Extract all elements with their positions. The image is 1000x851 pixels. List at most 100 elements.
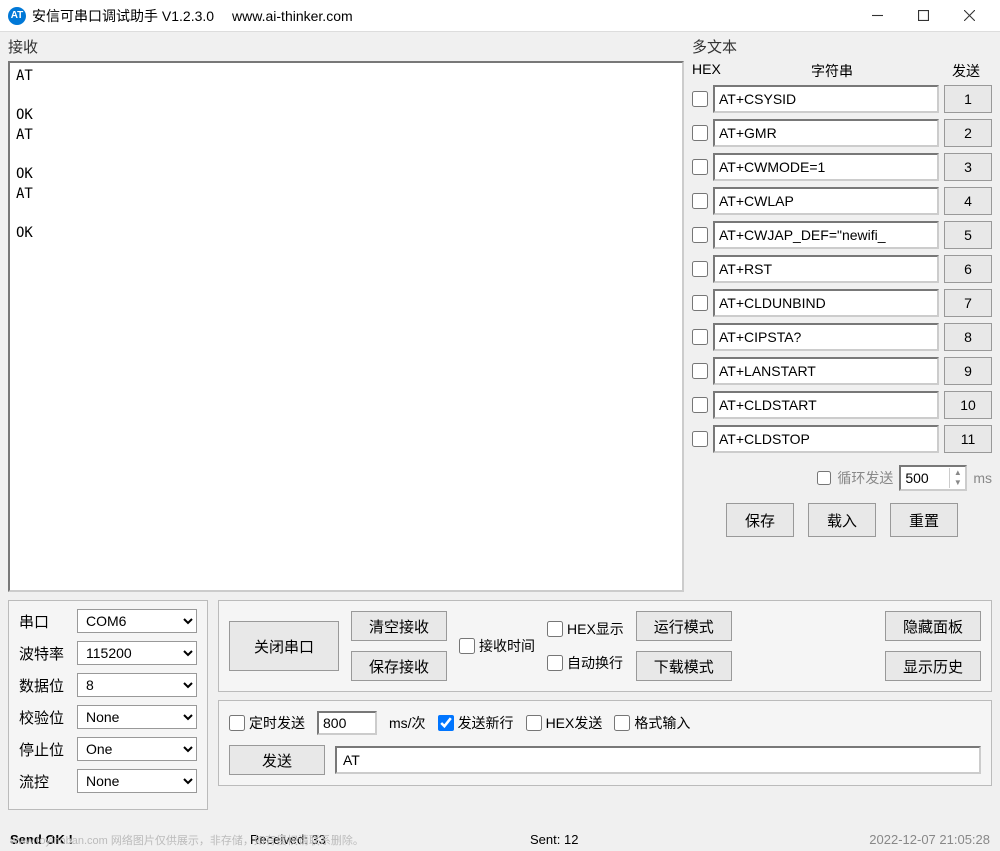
cmd-row: 8 bbox=[692, 323, 992, 351]
cmd-hex-checkbox[interactable] bbox=[692, 193, 708, 209]
loop-interval-spinner[interactable]: ▲▼ bbox=[899, 465, 967, 491]
cmd-hex-checkbox[interactable] bbox=[692, 295, 708, 311]
timed-unit: ms/次 bbox=[389, 713, 426, 733]
multi-title: 多文本 bbox=[692, 36, 992, 57]
send-button[interactable]: 发送 bbox=[229, 745, 325, 775]
cmd-text-input[interactable] bbox=[713, 289, 939, 317]
auto-wrap-checkbox[interactable] bbox=[547, 655, 563, 671]
timed-send-checkbox[interactable] bbox=[229, 715, 245, 731]
cmd-text-input[interactable] bbox=[713, 357, 939, 385]
auto-wrap-label: 自动换行 bbox=[567, 653, 623, 673]
cmd-send-button[interactable]: 10 bbox=[944, 391, 992, 419]
cmd-hex-checkbox[interactable] bbox=[692, 227, 708, 243]
flow-label: 流控 bbox=[19, 771, 69, 792]
cmd-send-button[interactable]: 5 bbox=[944, 221, 992, 249]
cmd-send-button[interactable]: 1 bbox=[944, 85, 992, 113]
parity-select[interactable]: None bbox=[77, 705, 197, 729]
cmd-row: 10 bbox=[692, 391, 992, 419]
multi-header: HEX 字符串 发送 bbox=[692, 61, 992, 81]
cmd-send-button[interactable]: 3 bbox=[944, 153, 992, 181]
window-url: www.ai-thinker.com bbox=[232, 8, 353, 24]
cmd-hex-checkbox[interactable] bbox=[692, 363, 708, 379]
cmd-hex-checkbox[interactable] bbox=[692, 261, 708, 277]
reset-button[interactable]: 重置 bbox=[890, 503, 958, 537]
loop-interval-input[interactable] bbox=[901, 470, 949, 486]
tx-input[interactable] bbox=[335, 746, 981, 774]
cmd-send-button[interactable]: 4 bbox=[944, 187, 992, 215]
send-newline-checkbox[interactable] bbox=[438, 715, 454, 731]
cmd-row: 2 bbox=[692, 119, 992, 147]
cmd-text-input[interactable] bbox=[713, 255, 939, 283]
format-input-label: 格式输入 bbox=[634, 713, 690, 733]
hex-send-checkbox[interactable] bbox=[526, 715, 542, 731]
cmd-send-button[interactable]: 6 bbox=[944, 255, 992, 283]
port-select[interactable]: COM6 bbox=[77, 609, 197, 633]
hex-show-label: HEX显示 bbox=[567, 619, 624, 639]
status-sent: Sent: 12 bbox=[530, 832, 869, 847]
tx-panel: 定时发送 ms/次 发送新行 HEX发送 格式输入 发送 bbox=[218, 700, 992, 786]
cmd-text-input[interactable] bbox=[713, 187, 939, 215]
rx-time-checkbox[interactable] bbox=[459, 638, 475, 654]
clear-rx-button[interactable]: 清空接收 bbox=[351, 611, 447, 641]
cmd-hex-checkbox[interactable] bbox=[692, 397, 708, 413]
window-title: 安信可串口调试助手 V1.2.3.0 bbox=[32, 6, 214, 26]
minimize-button[interactable] bbox=[854, 0, 900, 32]
cmd-row: 6 bbox=[692, 255, 992, 283]
cmd-text-input[interactable] bbox=[713, 221, 939, 249]
close-button[interactable] bbox=[946, 0, 992, 32]
save-button[interactable]: 保存 bbox=[726, 503, 794, 537]
rx-textarea[interactable]: AT OK AT OK AT OK bbox=[8, 61, 684, 592]
cmd-row: 11 bbox=[692, 425, 992, 453]
cmd-hex-checkbox[interactable] bbox=[692, 329, 708, 345]
maximize-button[interactable] bbox=[900, 0, 946, 32]
load-button[interactable]: 载入 bbox=[808, 503, 876, 537]
cmd-text-input[interactable] bbox=[713, 153, 939, 181]
cmd-text-input[interactable] bbox=[713, 323, 939, 351]
timed-send-label: 定时发送 bbox=[249, 713, 305, 733]
hide-panel-button[interactable]: 隐藏面板 bbox=[885, 611, 981, 641]
cmd-text-input[interactable] bbox=[713, 391, 939, 419]
cmd-text-input[interactable] bbox=[713, 425, 939, 453]
hex-show-checkbox[interactable] bbox=[547, 621, 563, 637]
send-newline-label: 发送新行 bbox=[458, 713, 514, 733]
loop-send-checkbox[interactable] bbox=[817, 471, 831, 485]
status-timestamp: 2022-12-07 21:05:28 bbox=[869, 832, 990, 847]
spin-down-icon[interactable]: ▼ bbox=[949, 478, 965, 488]
cmd-send-button[interactable]: 2 bbox=[944, 119, 992, 147]
cmd-hex-checkbox[interactable] bbox=[692, 125, 708, 141]
cmd-send-button[interactable]: 11 bbox=[944, 425, 992, 453]
cmd-text-input[interactable] bbox=[713, 85, 939, 113]
format-input-checkbox[interactable] bbox=[614, 715, 630, 731]
databits-label: 数据位 bbox=[19, 675, 69, 696]
cmd-row: 4 bbox=[692, 187, 992, 215]
flow-select[interactable]: None bbox=[77, 769, 197, 793]
cmd-hex-checkbox[interactable] bbox=[692, 159, 708, 175]
cmd-hex-checkbox[interactable] bbox=[692, 91, 708, 107]
stopbits-select[interactable]: One bbox=[77, 737, 197, 761]
cmd-text-input[interactable] bbox=[713, 119, 939, 147]
loop-unit: ms bbox=[973, 470, 992, 486]
loop-send-label: 循环发送 bbox=[837, 468, 893, 488]
serial-panel: 串口COM6 波特率115200 数据位8 校验位None 停止位One 流控N… bbox=[8, 600, 208, 810]
download-mode-button[interactable]: 下载模式 bbox=[636, 651, 732, 681]
rx-time-label: 接收时间 bbox=[479, 636, 535, 656]
col-string: 字符串 bbox=[724, 61, 940, 81]
cmd-row: 5 bbox=[692, 221, 992, 249]
cmd-list: 1 2 3 4 5 6 7 8 9 10 11 bbox=[692, 85, 992, 459]
cmd-send-button[interactable]: 9 bbox=[944, 357, 992, 385]
baud-select[interactable]: 115200 bbox=[77, 641, 197, 665]
parity-label: 校验位 bbox=[19, 707, 69, 728]
control-panel: 关闭串口 清空接收 保存接收 接收时间 HEX显示 自动换行 运行模式 下载模式… bbox=[218, 600, 992, 692]
show-history-button[interactable]: 显示历史 bbox=[885, 651, 981, 681]
run-mode-button[interactable]: 运行模式 bbox=[636, 611, 732, 641]
save-rx-button[interactable]: 保存接收 bbox=[351, 651, 447, 681]
col-hex: HEX bbox=[692, 61, 724, 81]
spin-up-icon[interactable]: ▲ bbox=[949, 468, 965, 478]
close-port-button[interactable]: 关闭串口 bbox=[229, 621, 339, 671]
port-label: 串口 bbox=[19, 611, 69, 632]
cmd-send-button[interactable]: 8 bbox=[944, 323, 992, 351]
cmd-send-button[interactable]: 7 bbox=[944, 289, 992, 317]
databits-select[interactable]: 8 bbox=[77, 673, 197, 697]
timed-interval-input[interactable] bbox=[317, 711, 377, 735]
cmd-hex-checkbox[interactable] bbox=[692, 431, 708, 447]
